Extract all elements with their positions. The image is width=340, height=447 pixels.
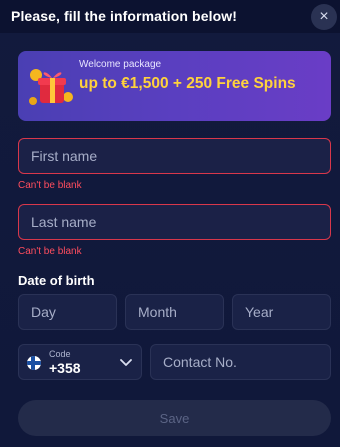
country-code-select[interactable]: Code +358 <box>18 344 142 380</box>
banner-subtitle: Welcome package <box>79 59 162 70</box>
code-value: +358 <box>49 360 81 376</box>
modal-title: Please, fill the information below! <box>11 8 237 24</box>
dob-month-field[interactable]: Month <box>125 294 224 330</box>
dob-label: Date of birth <box>18 273 95 288</box>
banner-headline: up to €1,500 + 250 Free Spins <box>79 75 296 92</box>
last-name-placeholder: Last name <box>31 214 97 230</box>
contact-number-placeholder: Contact No. <box>163 354 237 370</box>
dob-day-field[interactable]: Day <box>18 294 117 330</box>
save-button[interactable]: Save <box>18 400 331 436</box>
contact-number-field[interactable]: Contact No. <box>150 344 331 380</box>
dob-month-placeholder: Month <box>138 304 177 320</box>
dob-year-field[interactable]: Year <box>232 294 331 330</box>
close-button[interactable]: × <box>311 4 337 30</box>
gift-icon <box>29 69 73 105</box>
welcome-banner: Welcome package up to €1,500 + 250 Free … <box>18 51 331 121</box>
close-icon: × <box>319 8 329 25</box>
first-name-placeholder: First name <box>31 148 98 164</box>
registration-modal: Please, fill the information below! × We… <box>0 0 340 447</box>
chevron-down-icon <box>120 359 132 366</box>
modal-header: Please, fill the information below! × <box>0 0 340 33</box>
code-label: Code <box>49 349 71 359</box>
dob-year-placeholder: Year <box>245 304 274 320</box>
first-name-error: Can't be blank <box>18 180 82 191</box>
last-name-error: Can't be blank <box>18 246 82 257</box>
first-name-field[interactable]: First name <box>18 138 331 174</box>
dob-day-placeholder: Day <box>31 304 56 320</box>
last-name-field[interactable]: Last name <box>18 204 331 240</box>
finland-flag-icon <box>27 356 41 370</box>
